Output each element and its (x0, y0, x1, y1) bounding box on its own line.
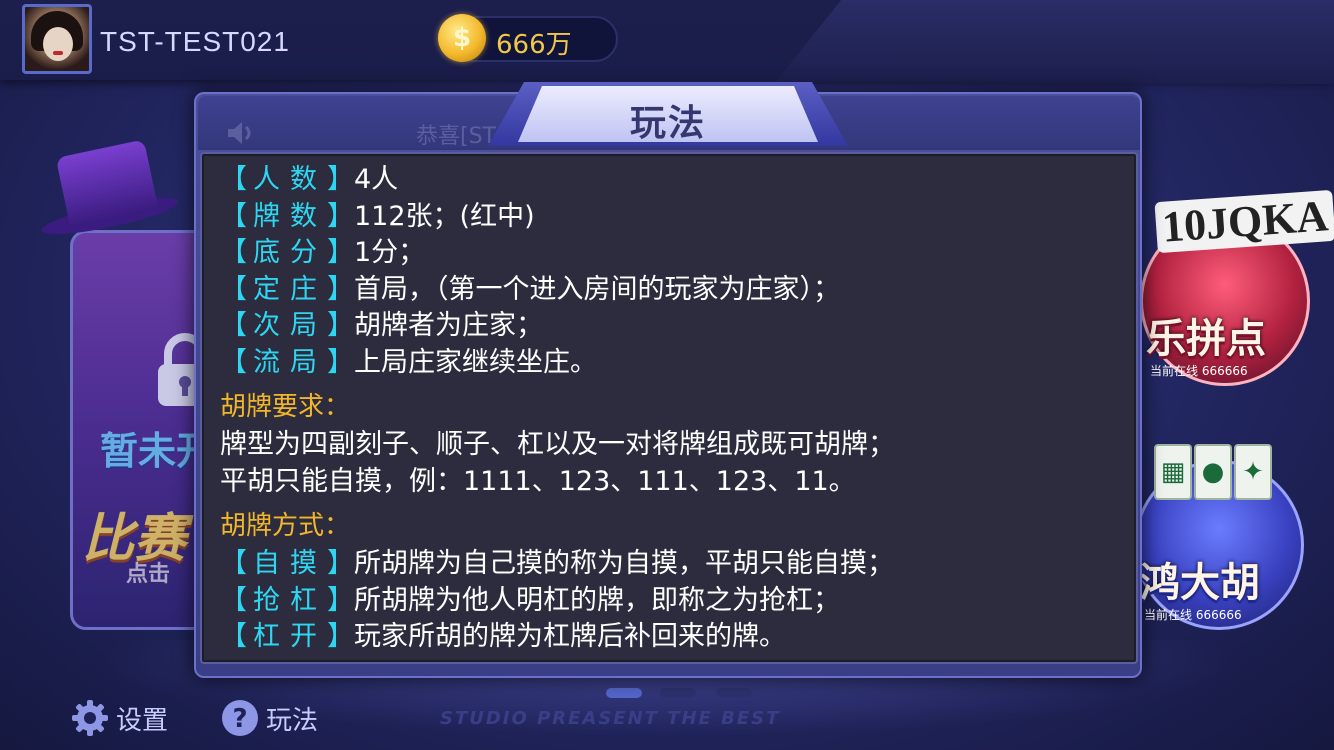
game-card-poker[interactable]: 10JQKA 乐拼点 当前在线 666666 (1140, 189, 1334, 386)
help-icon: ? (222, 700, 258, 736)
setting-tag: 【定庄】 (220, 273, 354, 305)
setting-value: 首局，（第一个进入房间的玩家为庄家）； (354, 273, 840, 305)
top-bar-right-decor (774, 0, 1334, 84)
rules-content-panel[interactable]: 【人数】4人 【牌数】112张；(红中) 【底分】1分； 【定庄】首局，（第一个… (200, 152, 1138, 664)
setting-tag: 【人数】 (220, 164, 354, 195)
setting-row: 【流局】上局庄家继续坐庄。 (220, 345, 1120, 382)
rules-text: 【人数】4人 【牌数】112张；(红中) 【底分】1分； 【定庄】首局，（第一个… (220, 162, 1120, 656)
method-row: 【抢杠】所胡牌为他人明杠的牌，即称之为抢杠； (220, 583, 1120, 620)
match-action-label: 点击 (126, 562, 171, 587)
method-row: 【自摸】所胡牌为自己摸的称为自摸，平胡只能自摸； (220, 546, 1120, 583)
avatar-face (43, 27, 73, 61)
setting-tag: 【底分】 (220, 237, 354, 268)
gear-icon (72, 700, 108, 736)
coin-icon: $ (438, 14, 486, 62)
pager-dot-2[interactable] (660, 688, 696, 698)
game-card-mahjong[interactable]: ▦ ● ✦ 鸿大胡 当前在线 666666 (1134, 440, 1304, 630)
method-tag: 【自摸】 (220, 548, 354, 579)
game-title: 鸿大胡 (1140, 560, 1260, 606)
avatar[interactable] (22, 4, 92, 74)
setting-value: 112张；(红中) (354, 200, 535, 232)
playing-cards-icon: 10JQKA (1154, 189, 1334, 254)
method-value: 所胡牌为他人明杠的牌，即称之为抢杠； (354, 584, 840, 616)
online-count: 当前在线 666666 (1144, 608, 1242, 622)
requirements-line: 牌型为四副刻子、顺子、杠以及一对将牌组成既可胡牌； (220, 429, 895, 460)
setting-tag: 【流局】 (220, 346, 354, 378)
setting-value: 上局庄家继续坐庄。 (354, 346, 597, 378)
methods-heading: 胡牌方式： (220, 511, 351, 541)
setting-value: 4人 (354, 164, 399, 195)
online-count: 当前在线 666666 (1150, 364, 1248, 378)
method-tag: 【抢杠】 (220, 584, 354, 616)
pager-dot-3[interactable] (716, 688, 752, 698)
rules-label: 玩法 (266, 705, 319, 736)
setting-row: 【定庄】首局，（第一个进入房间的玩家为庄家）； (220, 272, 1120, 309)
mahjong-tile: ▦ (1154, 444, 1192, 500)
method-tag: 【杠开】 (220, 621, 354, 652)
setting-value: 1分； (354, 237, 426, 268)
settings-label: 设置 (116, 705, 169, 736)
bottom-watermark: STUDIO PREASENT THE BEST (440, 708, 781, 729)
mahjong-tile: ● (1194, 444, 1232, 500)
setting-row: 【底分】1分； (220, 235, 1120, 272)
method-row: 【杠开】玩家所胡的牌为杠牌后补回来的牌。 (220, 619, 1120, 656)
requirements-heading: 胡牌要求： (220, 392, 351, 422)
setting-tag: 【次局】 (220, 310, 354, 341)
requirements-line: 平胡只能自摸，例：1111、123、111、123、11。 (220, 465, 856, 497)
svg-text:?: ? (232, 704, 247, 734)
mahjong-tile: ✦ (1234, 444, 1272, 500)
setting-row: 【牌数】112张；(红中) (220, 199, 1120, 236)
setting-value: 胡牌者为庄家； (354, 310, 543, 341)
setting-row: 【人数】4人 (220, 162, 1120, 199)
rules-dialog: 恭喜[ST- 获得金币200000 玩法 【人数】4人 【牌数】112张；(红中… (194, 82, 1142, 678)
dialog-title: 玩法 (629, 103, 706, 144)
avatar-lip (53, 51, 63, 55)
setting-row: 【次局】胡牌者为庄家； (220, 308, 1120, 345)
speaker-icon (228, 122, 251, 144)
game-title: 乐拼点 (1146, 316, 1266, 362)
mahjong-tiles-icon: ▦ ● ✦ (1154, 444, 1284, 504)
pager-dot-1[interactable] (606, 688, 642, 698)
coin-amount: 666万 (496, 30, 572, 60)
rules-button[interactable]: ? 玩法 (220, 696, 318, 740)
method-value: 玩家所胡的牌为杠牌后补回来的牌。 (354, 621, 786, 652)
method-value: 所胡牌为自己摸的称为自摸，平胡只能自摸； (354, 548, 894, 579)
settings-button[interactable]: 设置 (70, 696, 168, 740)
setting-tag: 【牌数】 (220, 200, 354, 232)
username: TST-TEST021 (100, 26, 290, 57)
